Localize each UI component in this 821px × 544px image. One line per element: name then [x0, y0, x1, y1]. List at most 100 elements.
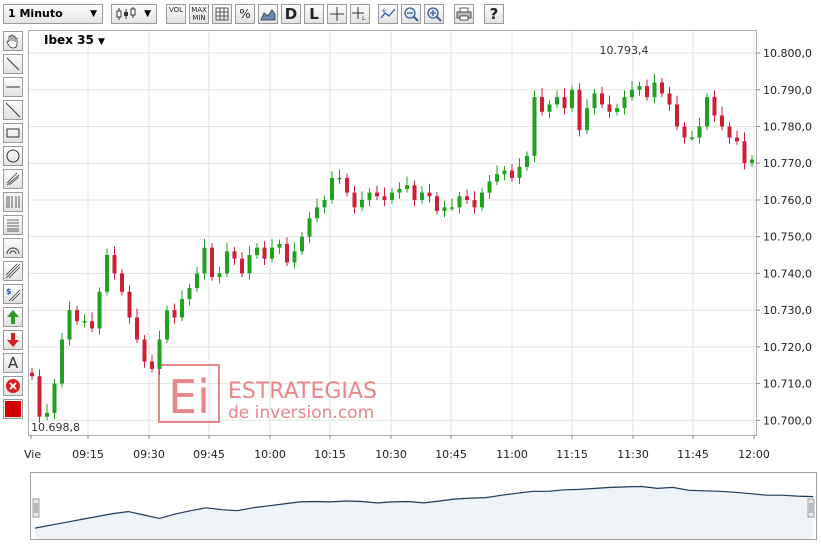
- candle-body: [150, 361, 154, 369]
- candle-body: [142, 339, 147, 362]
- x-tick-label: Vie: [24, 448, 41, 461]
- navigator-right-handle[interactable]: [807, 498, 815, 518]
- x-tick-label: 09:15: [72, 448, 104, 461]
- max-price-label: 10.793,4: [600, 44, 649, 57]
- candle-body: [570, 89, 574, 109]
- candle-body: [285, 244, 289, 263]
- watermark: Ei ESTRATEGIAS de inversion.com: [158, 364, 377, 424]
- candle-body: [435, 196, 439, 211]
- candle-body: [97, 291, 102, 329]
- candle-body: [645, 86, 649, 98]
- candle-body: [30, 372, 34, 377]
- candle-body: [292, 251, 297, 263]
- candle-body: [735, 137, 739, 142]
- candle-body: [345, 177, 349, 193]
- candle-body: [367, 192, 372, 200]
- candle-body: [675, 104, 679, 127]
- y-tick-label: 10.770,0: [763, 157, 812, 170]
- candle-body: [180, 299, 184, 318]
- candle-body: [600, 93, 604, 105]
- candle-body: [720, 115, 724, 127]
- candle-body: [360, 199, 364, 208]
- y-tick-label: 10.730,0: [763, 304, 812, 317]
- candle-body: [105, 255, 109, 292]
- navigator-chart: [32, 485, 815, 539]
- candle-body: [390, 192, 394, 200]
- candle-body: [75, 310, 79, 322]
- x-tick-label: 09:45: [193, 448, 225, 461]
- y-tick-label: 10.710,0: [763, 378, 812, 391]
- candle-body: [450, 207, 454, 209]
- candle-body: [420, 192, 424, 200]
- candle-body: [405, 185, 409, 189]
- candle-body: [607, 104, 612, 112]
- x-tick-label: 11:15: [556, 448, 588, 461]
- candle-body: [585, 108, 589, 131]
- candle-body: [322, 199, 327, 208]
- candle-body: [690, 137, 694, 140]
- candle-body: [45, 412, 49, 417]
- candle-body: [517, 166, 522, 178]
- y-tick-label: 10.750,0: [763, 231, 812, 244]
- y-tick-label: 10.790,0: [763, 84, 812, 97]
- x-tick-label: 11:45: [677, 448, 709, 461]
- candle-body: [555, 97, 559, 105]
- candle-body: [60, 339, 64, 384]
- candle-body: [502, 170, 507, 175]
- candle-body: [255, 247, 259, 256]
- candle-body: [307, 218, 312, 237]
- candle-body: [270, 247, 274, 259]
- x-tick-label: 12:00: [738, 448, 770, 461]
- watermark-line1: ESTRATEGIAS: [228, 379, 377, 404]
- candle-body: [750, 159, 754, 164]
- candle-body: [705, 97, 709, 127]
- candle-body: [712, 97, 717, 116]
- candle-body: [547, 104, 552, 112]
- x-tick-label: 10:45: [435, 448, 467, 461]
- navigator-left-handle[interactable]: [32, 498, 40, 518]
- candle-body: [375, 192, 379, 197]
- candle-body: [172, 310, 177, 318]
- candle-body: [120, 273, 124, 292]
- candle-body: [52, 383, 57, 413]
- candle-body: [82, 321, 87, 323]
- x-tick-label: 09:30: [133, 448, 165, 461]
- candle-body: [540, 97, 544, 112]
- candle-body: [210, 247, 214, 278]
- x-tick-label: 10:15: [314, 448, 346, 461]
- navigator-area: [35, 486, 813, 539]
- candle-body: [480, 192, 484, 208]
- candle-body: [562, 97, 567, 109]
- candle-body: [577, 89, 582, 131]
- candle-body: [127, 291, 132, 318]
- candle-body: [592, 93, 597, 109]
- watermark-line2: de inversion.com: [228, 403, 374, 423]
- symbol-selector[interactable]: Ibex 35 ▼: [42, 33, 107, 47]
- candle-body: [630, 89, 634, 98]
- candle-body: [727, 126, 732, 138]
- candle-body: [195, 273, 199, 289]
- navigator-panel[interactable]: [30, 472, 817, 540]
- candle-body: [427, 192, 432, 197]
- y-tick-label: 10.760,0: [763, 194, 812, 207]
- candle-body: [660, 82, 664, 94]
- candle-body: [457, 196, 462, 208]
- chevron-down-icon: ▼: [98, 37, 105, 47]
- candle-body: [487, 181, 492, 193]
- x-tick-label: 11:00: [496, 448, 528, 461]
- candle-body: [652, 82, 657, 98]
- candle-body: [510, 170, 514, 178]
- symbol-name: Ibex 35: [44, 33, 94, 47]
- price-chart: Ei ESTRATEGIAS de inversion.com 10.700,0…: [24, 31, 812, 461]
- candle-body: [682, 126, 687, 138]
- y-tick-label: 10.800,0: [763, 47, 812, 60]
- candle-body: [135, 317, 139, 340]
- candle-body: [532, 97, 537, 156]
- candle-body: [247, 255, 252, 274]
- candle-body: [637, 86, 642, 90]
- candle-body: [225, 251, 229, 274]
- candle-body: [622, 97, 627, 109]
- x-tick-label: 10:30: [375, 448, 407, 461]
- candle-body: [90, 321, 94, 329]
- min-price-label: 10.698,8: [31, 421, 80, 434]
